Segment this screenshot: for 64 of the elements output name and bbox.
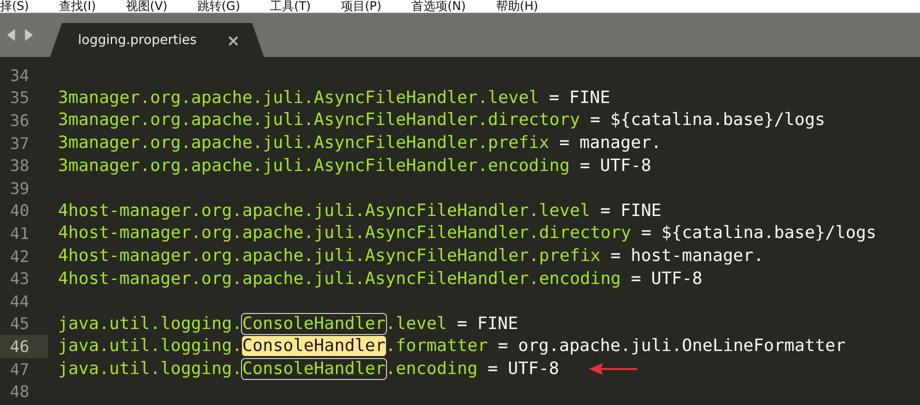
code-text: 4host-manager.org.apache.juli.AsyncFileHandler.encoding	[58, 268, 621, 289]
equals-sign: =	[549, 88, 560, 108]
menu-item[interactable]: 查找(I)	[54, 0, 122, 12]
code-text: org.apache.juli.OneLineFormatter	[518, 336, 846, 356]
code-text: UTF-8	[508, 359, 560, 380]
line-number: 47	[9, 358, 30, 380]
equals-sign: =	[498, 336, 508, 356]
menu-item[interactable]: 视图(V)	[122, 0, 194, 12]
line-number: 41	[9, 222, 30, 245]
menu-item[interactable]: 跳转(G)	[193, 0, 266, 12]
menu-item[interactable]: 帮助(H)	[492, 0, 564, 12]
code-text: java.util.logging.	[58, 314, 242, 334]
line-number: 42	[9, 246, 30, 268]
code-text: manager.	[580, 133, 662, 154]
code-text: 3manager.org.apache.juli.AsyncFileHandler.prefix	[58, 133, 550, 154]
code-text: FINE	[477, 314, 518, 334]
equals-sign: =	[456, 314, 468, 334]
match-highlight: ConsoleHandler	[242, 359, 386, 380]
line-number: 46	[0, 335, 48, 358]
code-text: host-manager.	[630, 246, 764, 266]
close-button[interactable]: ×	[226, 30, 240, 50]
line-number: 45	[9, 313, 30, 336]
code-text: .formatter	[386, 336, 488, 356]
code-text: java.util.logging.	[58, 359, 242, 380]
equals-sign: =	[580, 156, 590, 176]
code-text: 3manager.org.apache.juli.AsyncFileHandler.level	[58, 88, 540, 108]
code-text: java.util.logging.	[58, 336, 242, 356]
code-text: UTF-8	[600, 156, 652, 176]
code-text: FINE	[620, 200, 662, 221]
line-number: 36	[9, 110, 30, 132]
line-number: 35	[9, 87, 30, 110]
line-number: 37	[9, 132, 30, 154]
code-text: UTF-8	[651, 268, 702, 289]
menu-item[interactable]: 择(S)	[0, 0, 55, 12]
code-text: .level	[386, 314, 447, 334]
selected-text: ConsoleHandler	[242, 336, 386, 356]
equals-sign: =	[559, 133, 570, 154]
menu-item[interactable]: 工具(T)	[266, 0, 337, 12]
code-text: ${catalina.base}/logs	[610, 110, 826, 130]
line-number: 39	[9, 178, 30, 200]
code-text: FINE	[569, 88, 610, 108]
line-number: 34	[9, 64, 30, 87]
line-number: 38	[9, 155, 30, 177]
equals-sign: =	[590, 110, 600, 130]
menu-item[interactable]: 首选项(N)	[407, 0, 492, 12]
equals-sign: =	[610, 246, 621, 266]
line-number: 43	[9, 268, 30, 290]
equals-sign: =	[600, 200, 610, 221]
code-text: ${catalina.base}/logs	[661, 223, 876, 244]
match-highlight: ConsoleHandler	[242, 314, 386, 334]
equals-sign: =	[488, 359, 498, 380]
code-text: 4host-manager.org.apache.juli.AsyncFileHandler.level	[58, 200, 590, 221]
code-text: .encoding	[386, 359, 478, 380]
line-number: 44	[9, 290, 30, 313]
code-text: 4host-manager.org.apache.juli.AsyncFileHandler.directory	[58, 223, 632, 244]
menu-item[interactable]: 项目(P)	[336, 0, 408, 12]
equals-sign: =	[630, 268, 642, 289]
code-text: 3manager.org.apache.juli.AsyncFileHandler.directory	[58, 110, 580, 130]
equals-sign: =	[641, 223, 652, 244]
file-tab[interactable]: logging.properties ×	[50, 23, 264, 57]
line-number: 48	[9, 381, 30, 403]
line-number: 40	[9, 200, 30, 222]
code-text: 3manager.org.apache.juli.AsyncFileHandler.encoding	[58, 156, 570, 176]
code-text: 4host-manager.org.apache.juli.AsyncFileHandler.prefix	[58, 246, 600, 266]
